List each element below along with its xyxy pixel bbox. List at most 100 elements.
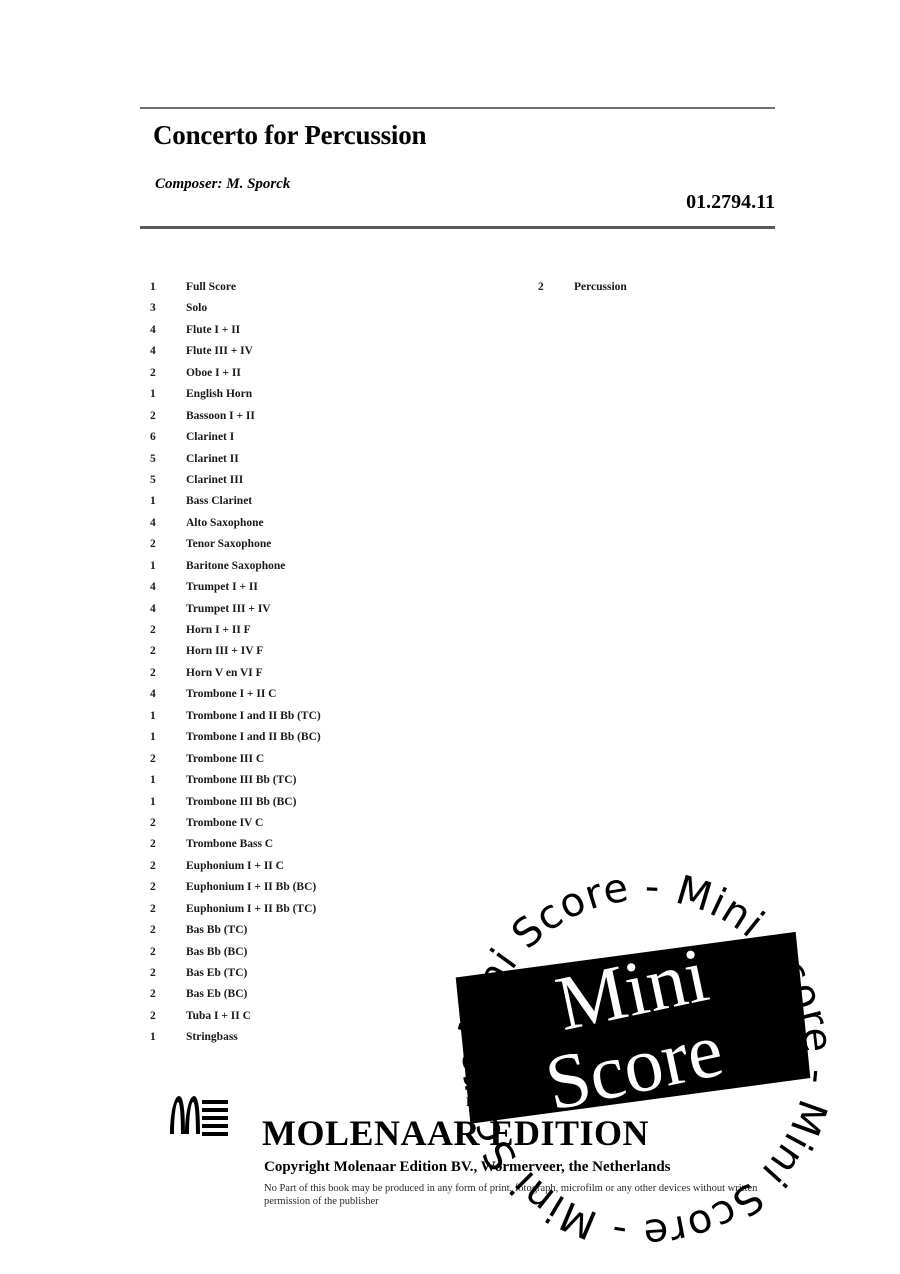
instrument-quantity: 1	[150, 1031, 156, 1044]
instrument-quantity: 1	[150, 795, 156, 808]
instrumentation-row: 5 Clarinet II	[150, 447, 321, 468]
instrumentation-row: 2 Euphonium I + II C	[150, 854, 321, 875]
instrumentation-row: 1 English Horn	[150, 382, 321, 403]
header-rule-bottom	[140, 226, 775, 229]
instrumentation-row: 1 Baritone Saxophone	[150, 554, 321, 575]
instrument-quantity: 4	[150, 581, 156, 594]
instrument-name: Euphonium I + II C	[186, 859, 284, 872]
instrument-name: Trombone III Bb (BC)	[186, 795, 297, 808]
instrument-quantity: 2	[150, 366, 156, 379]
instrumentation-list-right: 2 Percussion	[538, 275, 627, 296]
stamp-band-line1: Mini	[549, 930, 715, 1047]
page-title: Concerto for Percussion	[153, 120, 427, 150]
instrumentation-row: 4 Trumpet III + IV	[150, 597, 321, 618]
instrument-quantity: 4	[150, 602, 156, 615]
instrument-quantity: 2	[150, 409, 156, 422]
instrument-quantity: 2	[150, 666, 156, 679]
instrument-quantity: 2	[150, 902, 156, 915]
instrument-quantity: 2	[150, 645, 156, 658]
instrumentation-row: 1 Trombone III Bb (TC)	[150, 768, 321, 789]
instrument-name: Trumpet III + IV	[186, 602, 271, 615]
instrument-quantity: 1	[150, 281, 156, 293]
instrumentation-row: 1 Trombone I and II Bb (BC)	[150, 725, 321, 746]
instrument-quantity: 2	[150, 859, 156, 872]
instrument-quantity: 4	[150, 345, 156, 358]
instrumentation-row: 2 Euphonium I + II Bb (TC)	[150, 897, 321, 918]
instrument-quantity: 2	[150, 838, 156, 851]
instrument-name: Clarinet II	[186, 452, 239, 465]
instrument-name: Bas Bb (BC)	[186, 945, 248, 958]
instrument-quantity: 2	[538, 281, 544, 293]
instrument-name: Bassoon I + II	[186, 409, 255, 422]
instrument-quantity: 1	[150, 774, 156, 787]
instrument-quantity: 4	[150, 516, 156, 529]
instrument-name: Percussion	[574, 281, 627, 293]
instrument-quantity: 1	[150, 388, 156, 401]
instrumentation-row: 4 Flute I + II	[150, 318, 321, 339]
instrumentation-row: 3 Solo	[150, 296, 321, 317]
instrumentation-row: 1 Stringbass	[150, 1025, 321, 1046]
instrumentation-row: 1 Trombone I and II Bb (TC)	[150, 704, 321, 725]
instrumentation-row: 6 Clarinet I	[150, 425, 321, 446]
instrument-name: Bass Clarinet	[186, 495, 253, 508]
catalog-number: 01.2794.11	[686, 191, 775, 213]
instrument-quantity: 2	[150, 924, 156, 937]
instrumentation-row: 2 Euphonium I + II Bb (BC)	[150, 875, 321, 896]
instrument-quantity: 2	[150, 538, 156, 551]
instrumentation-row: 2 Trombone Bass C	[150, 832, 321, 853]
instrument-quantity: 2	[150, 1009, 156, 1022]
instrumentation-row: 4 Flute III + IV	[150, 339, 321, 360]
instrument-name: Stringbass	[186, 1031, 238, 1044]
instrument-name: Clarinet III	[186, 473, 244, 486]
fine-print-notice: No Part of this book may be produced in …	[264, 1183, 758, 1207]
publisher-name: MOLENAAR EDITION	[262, 1113, 650, 1153]
instrument-quantity: 2	[150, 945, 156, 958]
instrument-name: Trombone I and II Bb (TC)	[186, 709, 321, 722]
instrument-name: Tuba I + II C	[186, 1009, 251, 1022]
instrument-quantity: 5	[150, 452, 156, 465]
instrumentation-row: 2 Trombone IV C	[150, 811, 321, 832]
instrument-name: Solo	[186, 302, 208, 315]
molenaar-logo-icon	[168, 1088, 236, 1140]
copyright-line: Copyright Molenaar Edition BV., Wormerve…	[264, 1159, 671, 1175]
instrument-name: Horn I + II F	[186, 624, 251, 636]
instrument-name: Bas Eb (TC)	[186, 967, 248, 979]
instrument-name: Baritone Saxophone	[186, 559, 286, 572]
instrument-quantity: 1	[150, 559, 156, 572]
instrument-name: Trombone Bass C	[186, 838, 274, 851]
instrument-name: Flute III + IV	[186, 345, 253, 358]
instrument-name: Trombone III Bb (TC)	[186, 774, 297, 787]
instrumentation-row: 2 Bas Eb (BC)	[150, 982, 321, 1003]
instrument-name: English Horn	[186, 388, 253, 401]
instrument-name: Euphonium I + II Bb (TC)	[186, 902, 317, 915]
instrumentation-row: 2 Bassoon I + II	[150, 404, 321, 425]
instrument-quantity: 2	[150, 967, 156, 979]
instrument-quantity: 2	[150, 752, 156, 765]
instrument-quantity: 1	[150, 495, 156, 508]
instrumentation-row: 5 Clarinet III	[150, 468, 321, 489]
instrument-quantity: 1	[150, 709, 156, 722]
stamp-band-line2: Score	[538, 1005, 730, 1127]
instrument-name: Euphonium I + II Bb (BC)	[186, 881, 317, 894]
instrument-name: Trombone I and II Bb (BC)	[186, 731, 321, 744]
instrument-quantity: 4	[150, 323, 156, 336]
instrument-name: Trombone I + II C	[186, 688, 277, 701]
instrumentation-row: 1 Trombone III Bb (BC)	[150, 790, 321, 811]
instrument-quantity: 3	[150, 302, 156, 315]
instrument-quantity: 2	[150, 881, 156, 894]
instrument-name: Horn V en VI F	[186, 666, 263, 679]
header-rule-top	[140, 107, 775, 109]
instrument-name: Bas Bb (TC)	[186, 924, 248, 937]
instrumentation-list-left: 1 Full Score 3 Solo 4 Flute I + II 4 Flute III …	[150, 275, 321, 1047]
instrumentation-row: 2 Tuba I + II C	[150, 1004, 321, 1025]
instrumentation-row: 2 Tenor Saxophone	[150, 532, 321, 553]
publication-label: Publication:	[466, 1094, 534, 1109]
score-cover-page: Concerto for Percussion Composer: M. Spo…	[0, 0, 900, 1274]
instrument-quantity: 5	[150, 473, 156, 486]
instrument-quantity: 6	[150, 431, 156, 444]
instrumentation-row: 2 Bas Bb (BC)	[150, 940, 321, 961]
instrument-quantity: 4	[150, 688, 156, 701]
instrumentation-row: 4 Alto Saxophone	[150, 511, 321, 532]
instrument-name: Clarinet I	[186, 431, 235, 444]
instrumentation-row: 2 Horn V en VI F	[150, 661, 321, 682]
